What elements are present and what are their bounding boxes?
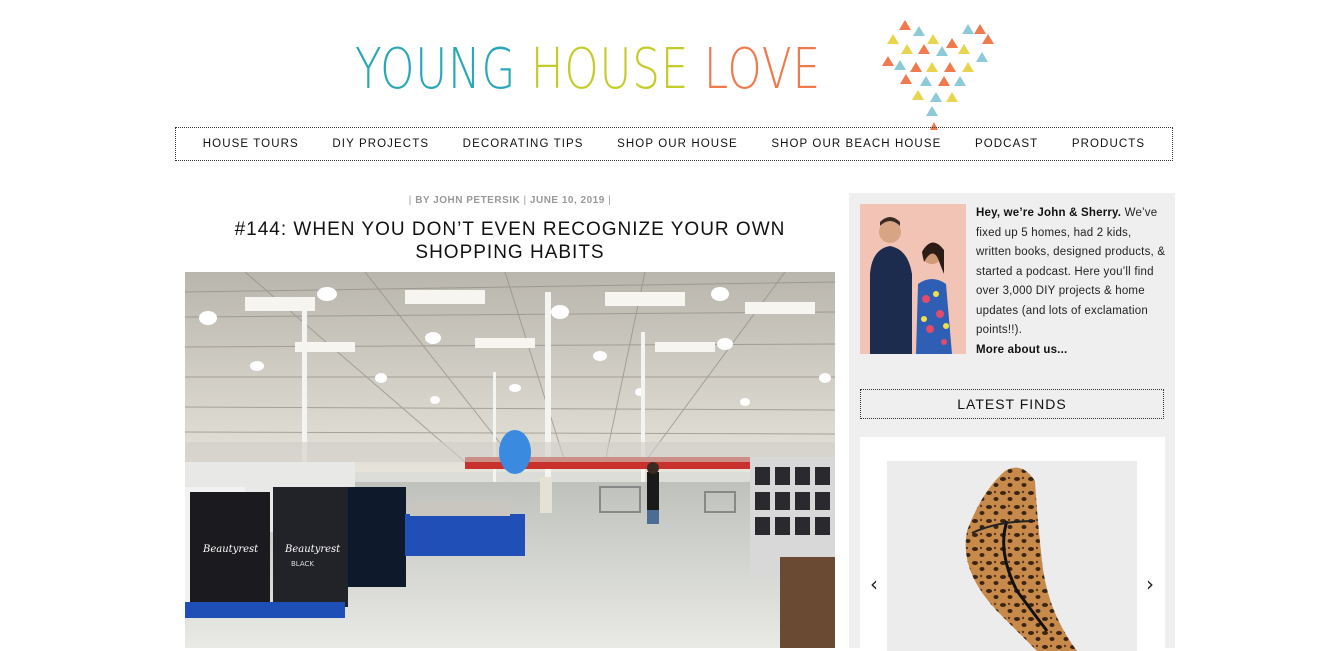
nav-decorating-tips[interactable]: DECORATING TIPS (463, 138, 584, 150)
nav-products[interactable]: PRODUCTS (1072, 138, 1145, 150)
chevron-left-icon[interactable]: ‹ (870, 574, 878, 594)
latest-finds-heading: LATEST FINDS (860, 389, 1164, 419)
nav-shop-our-beach-house[interactable]: SHOP OUR BEACH HOUSE (771, 138, 941, 150)
byline-separator: | (523, 195, 527, 206)
main-nav: HOUSE TOURS DIY PROJECTS DECORATING TIPS… (175, 127, 1173, 161)
about-blurb: Hey, we’re John & Sherry. We’ve fixed up… (976, 204, 1166, 360)
post-featured-image[interactable]: Beautyrest Beautyrest BLACK (185, 272, 835, 648)
svg-text:BLACK: BLACK (291, 560, 314, 568)
more-about-us-link[interactable]: More about us... (976, 341, 1166, 361)
about-greeting: Hey, we’re John & Sherry. (976, 207, 1122, 219)
nav-house-tours[interactable]: HOUSE TOURS (203, 138, 299, 150)
nav-diy-projects[interactable]: DIY PROJECTS (332, 138, 429, 150)
logo-wordmark: YOUNG HOUSE LOVE (355, 42, 821, 98)
warehouse-store-photo: Beautyrest Beautyrest BLACK (185, 272, 835, 648)
chevron-right-icon[interactable]: › (1146, 574, 1154, 594)
latest-finds-carousel: ‹ › (860, 437, 1165, 651)
logo-word-house: HOUSE (530, 37, 690, 102)
svg-text:Beautyrest: Beautyrest (284, 544, 341, 555)
byline-separator: | (608, 195, 612, 206)
about-body: We’ve fixed up 5 homes, had 2 kids, writ… (976, 207, 1166, 336)
nav-shop-our-house[interactable]: SHOP OUR HOUSE (617, 138, 738, 150)
post-byline: | BY JOHN PETERSIK | JUNE 10, 2019 | (185, 195, 835, 206)
post-author[interactable]: BY JOHN PETERSIK (415, 195, 520, 206)
leopard-shoe-image (887, 461, 1137, 651)
site-logo[interactable]: YOUNG HOUSE LOVE (355, 30, 952, 110)
logo-word-love: LOVE (703, 37, 821, 102)
couple-photo (860, 204, 966, 354)
logo-triangle-heart-icon (882, 20, 994, 130)
nav-podcast[interactable]: PODCAST (975, 138, 1038, 150)
post-title[interactable]: #144: WHEN YOU DON’T EVEN RECOGNIZE YOUR… (185, 218, 835, 264)
sidebar: Hey, we’re John & Sherry. We’ve fixed up… (849, 193, 1175, 651)
about-photo[interactable] (860, 204, 966, 354)
logo-word-young: YOUNG (355, 37, 517, 102)
svg-text:Beautyrest: Beautyrest (202, 544, 259, 555)
post-date: JUNE 10, 2019 (529, 195, 605, 206)
product-image-leopard-heel[interactable] (887, 461, 1137, 651)
byline-separator: | (408, 195, 412, 206)
